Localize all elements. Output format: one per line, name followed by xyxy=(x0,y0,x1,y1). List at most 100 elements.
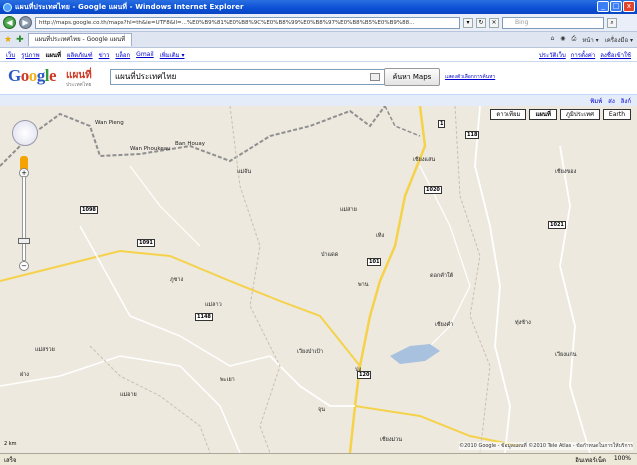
status-text: เสร็จ xyxy=(4,456,17,464)
forward-button[interactable]: ▶ xyxy=(19,16,32,29)
link-link[interactable]: ลิงก์ xyxy=(621,96,631,106)
map-type-terrain[interactable]: ภูมิประเทศ xyxy=(559,109,600,120)
tool-page[interactable]: หน้า ▾ xyxy=(582,35,598,45)
window-controls: _ □ x xyxy=(597,1,635,12)
place-label: เชียงม่วน xyxy=(380,437,402,443)
stop-icon[interactable]: × xyxy=(489,17,499,28)
place-label: แม่สาย xyxy=(340,207,357,213)
add-favorite-icon[interactable]: ✚ xyxy=(16,35,24,45)
route-shield: 101 xyxy=(367,258,382,266)
security-zone: อินเทอร์เน็ต xyxy=(575,456,606,464)
place-label: ภูซาง xyxy=(170,277,184,283)
command-bar: ⌂ ◉ ⎙ หน้า ▾ เครื่องมือ ▾ xyxy=(550,35,633,45)
logo-country-label: ประเทศไทย xyxy=(66,82,92,88)
google-nav: เว็บ รูปภาพ แผนที่ ผลิตภัณฑ์ ข่าว บล็อก … xyxy=(0,48,637,62)
favorites-star-icon[interactable]: ★ xyxy=(4,35,12,45)
search-options-link[interactable]: แสดงตัวเลือกการค้นหา xyxy=(445,73,495,81)
place-label: แม่จัน xyxy=(237,169,252,175)
nav-web[interactable]: เว็บ xyxy=(6,50,15,60)
map-type-switcher: ดาวเทียม แผนที่ ภูมิประเทศ Earth xyxy=(490,109,631,120)
place-label: Wan Pieng xyxy=(95,120,124,126)
map-canvas[interactable]: Wan Pieng Wan Phoukeau Ban Houay เชียงแส… xyxy=(0,106,637,453)
close-button[interactable]: x xyxy=(623,1,635,12)
maximize-button[interactable]: □ xyxy=(610,1,622,12)
route-shield: 1 xyxy=(438,120,446,128)
place-label: เชียงแสน xyxy=(413,157,436,163)
sign-in-link[interactable]: ลงชื่อเข้าใช้ xyxy=(600,50,631,60)
route-shield: 120 xyxy=(357,371,372,379)
map-toolbar: พิมพ์ ส่ง ลิงก์ xyxy=(0,94,637,106)
place-label: เวียงแก่น xyxy=(555,352,577,358)
search-icon[interactable]: ⌕ xyxy=(607,17,617,28)
map-type-satellite[interactable]: ดาวเทียม xyxy=(490,109,527,120)
nav-maps[interactable]: แผนที่ xyxy=(46,50,61,60)
scale-bar: 2 km xyxy=(4,441,17,447)
place-label: ทุ่งช้าง xyxy=(515,320,531,326)
home-icon[interactable]: ⌂ xyxy=(550,35,554,45)
place-label: เทิง xyxy=(376,233,385,239)
refresh-icon[interactable]: ↻ xyxy=(476,17,486,28)
tool-tools[interactable]: เครื่องมือ ▾ xyxy=(605,35,633,45)
place-label: เชียงคำ xyxy=(435,322,454,328)
route-shield: 1021 xyxy=(548,221,566,229)
google-logo[interactable]: Google xyxy=(8,66,57,86)
keyboard-icon[interactable] xyxy=(370,73,380,81)
dropdown-icon[interactable]: ▾ xyxy=(463,17,473,28)
nav-blogs[interactable]: บล็อก xyxy=(115,50,130,60)
search-input[interactable]: Bing xyxy=(502,16,604,29)
print-link[interactable]: พิมพ์ xyxy=(590,96,602,106)
status-bar: เสร็จ อินเทอร์เน็ต 100% xyxy=(0,453,637,465)
map-copyright: ©2010 Google - ข้อมูลแผนที่ ©2010 Tele A… xyxy=(459,442,633,450)
browser-tab[interactable]: แผนที่ประเทศไทย - Google แผนที่ xyxy=(27,33,133,46)
place-label: พะเยา xyxy=(220,377,235,383)
nav-right: ประวัติเว็บ การตั้งค่า ลงชื่อเข้าใช้ xyxy=(539,50,631,60)
back-button[interactable]: ◀ xyxy=(3,16,16,29)
place-label: ดอกคำใต้ xyxy=(430,273,454,279)
zoom-out-button[interactable]: − xyxy=(19,261,29,271)
zoom-level[interactable]: 100% xyxy=(614,455,631,465)
place-label: เวียงป่าเป้า xyxy=(297,349,323,355)
route-shield: 118 xyxy=(465,131,480,139)
route-shield: 1148 xyxy=(195,313,213,321)
url-input[interactable]: http://maps.google.co.th/maps?hl=th&ie=U… xyxy=(35,16,460,29)
map-type-earth[interactable]: Earth xyxy=(602,109,631,120)
window-title: แผนที่ประเทศไทย - Google แผนที่ - Window… xyxy=(15,2,244,11)
title-bar: แผนที่ประเทศไทย - Google แผนที่ - Window… xyxy=(0,0,637,14)
place-label: จุน xyxy=(318,407,325,413)
place-label: แม่อาย xyxy=(120,392,137,398)
map-type-map[interactable]: แผนที่ xyxy=(529,109,557,120)
search-maps-button[interactable]: ค้นหา Maps xyxy=(384,68,440,86)
nav-news[interactable]: ข่าว xyxy=(99,50,110,60)
route-shield: 1098 xyxy=(80,206,98,214)
nav-products[interactable]: ผลิตภัณฑ์ xyxy=(67,50,93,60)
route-shield: 1020 xyxy=(424,186,442,194)
place-label: Ban Houay xyxy=(175,141,205,147)
minimize-button[interactable]: _ xyxy=(597,1,609,12)
place-label: ป่าแดด xyxy=(321,252,339,258)
route-shield: 1091 xyxy=(137,239,155,247)
maps-header: Google แผนที่ ประเทศไทย แผนที่ประเทศไทย … xyxy=(0,62,637,94)
place-label: แม่ลาว xyxy=(205,302,222,308)
status-right: อินเทอร์เน็ต 100% xyxy=(575,455,631,465)
tab-row: ★ ✚ แผนที่ประเทศไทย - Google แผนที่ ⌂ ◉ … xyxy=(0,32,637,48)
place-label: เชียงของ xyxy=(555,169,577,175)
nav-more[interactable]: เพิ่มเติม ▾ xyxy=(160,50,185,60)
feeds-icon[interactable]: ◉ xyxy=(560,35,565,45)
settings-link[interactable]: การตั้งค่า xyxy=(571,50,595,60)
pan-control[interactable] xyxy=(12,120,38,146)
nav-gmail[interactable]: Gmail xyxy=(136,51,154,58)
address-bar: ◀ ▶ http://maps.google.co.th/maps?hl=th&… xyxy=(0,14,637,32)
web-history-link[interactable]: ประวัติเว็บ xyxy=(539,50,566,60)
place-label: แม่สรวย xyxy=(35,347,55,353)
ie-icon xyxy=(3,2,12,12)
map-roads xyxy=(0,106,591,453)
maps-search-input[interactable]: แผนที่ประเทศไทย xyxy=(110,69,385,85)
zoom-slider-track[interactable] xyxy=(22,176,26,261)
print-icon[interactable]: ⎙ xyxy=(572,35,577,45)
place-label: ฝาง xyxy=(20,372,29,378)
send-link[interactable]: ส่ง xyxy=(608,96,615,106)
place-label: พาน xyxy=(358,282,369,288)
zoom-slider-handle[interactable] xyxy=(18,238,30,244)
nav-images[interactable]: รูปภาพ xyxy=(21,50,39,60)
place-label: Wan Phoukeau xyxy=(130,146,171,152)
